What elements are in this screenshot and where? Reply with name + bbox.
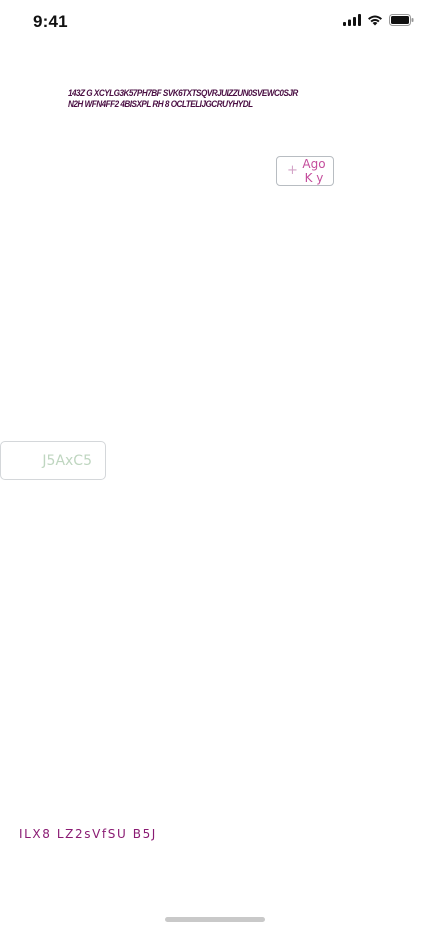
status-bar: 9:41 [0,0,430,48]
headline-text: 143Z G XCYLG3K57PH7BF SVK6TXTSQVRJUIZZUN… [68,88,298,110]
status-icons [343,14,414,26]
plus-icon: + [287,163,298,178]
battery-icon [389,14,414,26]
add-button-label: AgoK y [302,157,326,185]
add-button[interactable]: + AgoK y [276,156,334,186]
status-time: 9:41 [33,12,68,31]
faded-box-label: J5AxC5 [42,453,92,469]
home-indicator [165,917,265,922]
wifi-icon [368,15,382,26]
signal-icon [343,14,361,26]
faded-input-box[interactable]: J5AxC5 [0,441,106,480]
footer-text[interactable]: ILX8 LZ2sVfSU B5J [19,827,157,841]
